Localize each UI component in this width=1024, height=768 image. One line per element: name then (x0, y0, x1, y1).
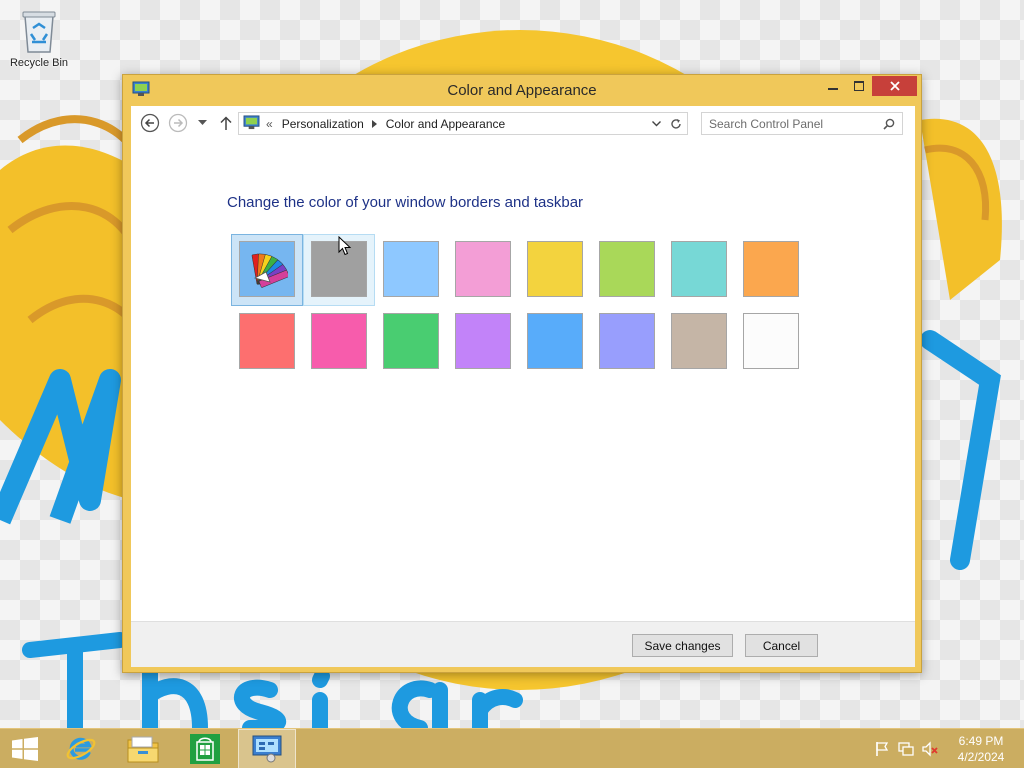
tray-action-center[interactable] (872, 729, 892, 768)
color-swatch-fill (527, 241, 583, 297)
breadcrumb-separator-icon[interactable] (371, 117, 377, 131)
cancel-button[interactable]: Cancel (745, 634, 818, 657)
color-swatch-fill (311, 313, 367, 369)
taskbar-store[interactable] (176, 729, 234, 768)
page-heading: Change the color of your window borders … (227, 194, 584, 211)
color-swatch-5[interactable] (519, 234, 591, 306)
clock-time: 6:49 PM (958, 734, 1004, 748)
color-swatch-14[interactable] (591, 306, 663, 378)
window-titlebar[interactable]: Color and Appearance (123, 75, 921, 105)
search-icon[interactable] (883, 118, 895, 133)
volume-muted-icon (922, 741, 938, 757)
forward-arrow-icon (168, 113, 188, 133)
windows-logo-icon (12, 737, 38, 761)
color-swatch-fill (671, 241, 727, 297)
chevron-down-icon (197, 120, 207, 125)
taskbar: 6:49 PM 4/2/2024 (0, 728, 1024, 768)
color-swatch-fill (311, 241, 367, 297)
color-swatch-11[interactable] (375, 306, 447, 378)
minimize-button[interactable] (820, 76, 846, 96)
address-overflow-chevron[interactable]: « (266, 117, 273, 131)
file-explorer-icon (127, 736, 159, 763)
save-changes-button[interactable]: Save changes (632, 634, 733, 657)
close-icon (889, 81, 900, 91)
window-client-area: « Personalization Color and Appearance S… (131, 106, 915, 667)
color-swatch-6[interactable] (591, 234, 663, 306)
color-swatch-16[interactable] (735, 306, 807, 378)
taskbar-control-panel[interactable] (238, 729, 296, 768)
breadcrumb-personalization[interactable]: Personalization (282, 117, 364, 131)
color-swatch-fill (743, 313, 799, 369)
color-swatch-fill (671, 313, 727, 369)
color-swatch-fill (239, 241, 295, 297)
tray-network[interactable] (896, 729, 916, 768)
back-button[interactable] (140, 113, 160, 133)
chevron-down-icon (651, 120, 661, 126)
color-swatch-fill (455, 313, 511, 369)
taskbar-internet-explorer[interactable] (52, 729, 110, 768)
refresh-icon (671, 118, 681, 129)
navigation-bar: « Personalization Color and Appearance (131, 106, 915, 140)
color-swatch-1[interactable] (231, 234, 303, 306)
color-swatch-fill (599, 313, 655, 369)
forward-button[interactable] (168, 113, 188, 133)
color-swatch-4[interactable] (447, 234, 519, 306)
color-swatch-13[interactable] (519, 306, 591, 378)
control-panel-icon (252, 735, 282, 763)
search-box[interactable] (701, 112, 903, 135)
color-swatch-10[interactable] (303, 306, 375, 378)
color-swatch-fill (527, 313, 583, 369)
control-panel-icon (243, 114, 260, 133)
color-swatch-fill (455, 241, 511, 297)
up-button[interactable] (218, 114, 234, 132)
refresh-button[interactable] (665, 112, 688, 135)
address-dropdown-button[interactable] (647, 112, 665, 135)
minimize-icon (828, 88, 838, 90)
dialog-footer: Save changes Cancel (131, 621, 915, 667)
recycle-bin-icon (22, 11, 56, 53)
clock-date: 4/2/2024 (957, 750, 1005, 764)
color-swatch-15[interactable] (663, 306, 735, 378)
taskbar-clock[interactable]: 6:49 PM 4/2/2024 (948, 733, 1014, 765)
color-swatch-2[interactable] (303, 234, 375, 306)
breadcrumb-color-and-appearance[interactable]: Color and Appearance (386, 117, 505, 131)
color-and-appearance-window: Color and Appearance « Personalization C… (122, 74, 922, 673)
window-title: Color and Appearance (447, 82, 597, 99)
taskbar-file-explorer[interactable] (114, 729, 172, 768)
desktop-icon-recycle-bin[interactable]: Recycle Bin (4, 6, 74, 69)
internet-explorer-icon (66, 737, 96, 760)
desktop-icon-label: Recycle Bin (9, 57, 69, 69)
color-swatch-8[interactable] (735, 234, 807, 306)
color-swatch-3[interactable] (375, 234, 447, 306)
up-arrow-icon (220, 116, 232, 130)
color-swatch-fill (383, 313, 439, 369)
store-icon (190, 734, 220, 764)
action-center-flag-icon (876, 742, 889, 756)
maximize-button[interactable] (846, 76, 872, 96)
color-swatch-fill (383, 241, 439, 297)
color-swatch-fill (743, 241, 799, 297)
color-fan-icon (251, 253, 288, 288)
close-button[interactable] (872, 76, 917, 96)
search-input[interactable] (709, 116, 879, 131)
recent-locations-button[interactable] (195, 116, 209, 130)
address-bar[interactable]: « Personalization Color and Appearance (238, 112, 688, 135)
start-button[interactable] (0, 729, 50, 768)
color-swatch-12[interactable] (447, 306, 519, 378)
color-swatch-7[interactable] (663, 234, 735, 306)
maximize-icon (854, 81, 864, 91)
back-arrow-icon (140, 113, 160, 133)
color-swatch-9[interactable] (231, 306, 303, 378)
color-swatch-fill (239, 313, 295, 369)
color-swatch-fill (599, 241, 655, 297)
tray-volume[interactable] (920, 729, 940, 768)
network-icon (898, 742, 914, 756)
